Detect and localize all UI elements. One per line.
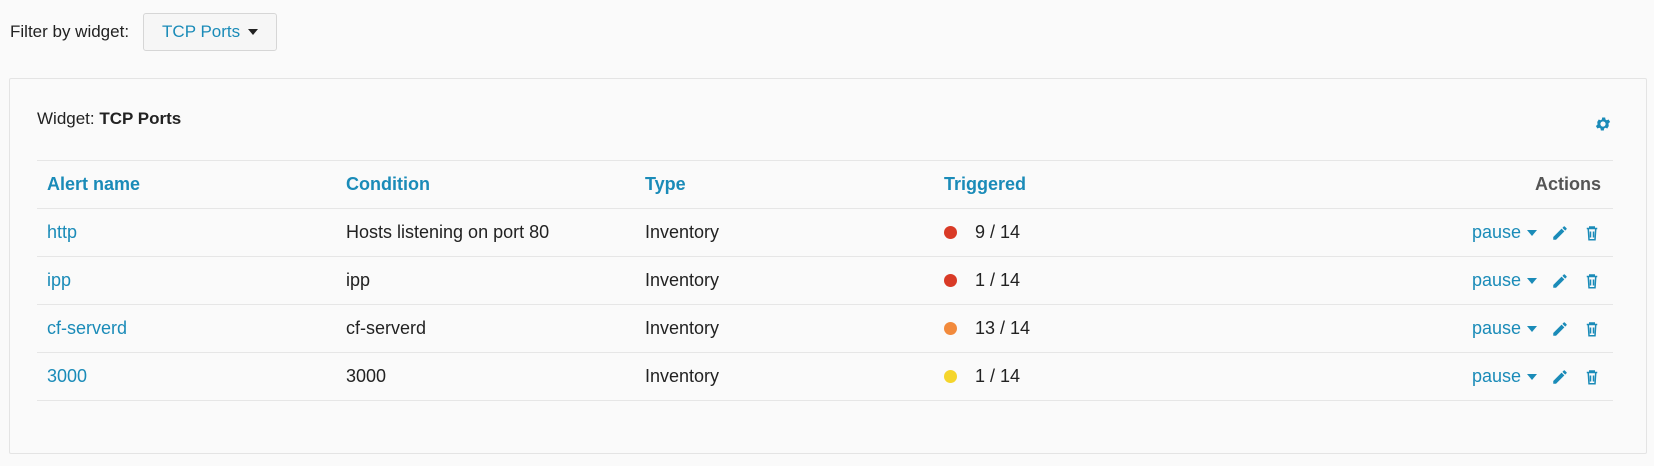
table-row: ipp ipp Inventory 1 / 14 pause <box>37 256 1613 305</box>
widget-filter-dropdown[interactable]: TCP Ports <box>143 13 278 51</box>
pause-dropdown[interactable]: pause <box>1472 222 1537 243</box>
pause-label: pause <box>1471 318 1521 338</box>
alert-condition: Hosts listening on port 80 <box>336 208 635 257</box>
widget-title-prefix: Widget: <box>37 109 95 128</box>
severity-dot <box>944 322 957 335</box>
chevron-down-icon <box>1527 325 1537 332</box>
pause-dropdown[interactable]: pause <box>1472 366 1537 387</box>
pause-label: pause <box>1471 366 1521 386</box>
alert-condition: cf-serverd <box>336 304 635 353</box>
table-row: http Hosts listening on port 80 Inventor… <box>37 208 1613 257</box>
pencil-icon[interactable] <box>1551 320 1569 338</box>
pencil-icon[interactable] <box>1551 224 1569 242</box>
chevron-down-icon <box>1527 373 1537 380</box>
triggered-cell: 13 / 14 <box>944 318 1234 339</box>
triggered-cell: 1 / 14 <box>944 270 1234 291</box>
trash-icon[interactable] <box>1583 368 1601 386</box>
triggered-cell: 1 / 14 <box>944 366 1234 387</box>
pause-label: pause <box>1471 270 1521 290</box>
trash-icon[interactable] <box>1583 272 1601 290</box>
severity-dot <box>944 226 957 239</box>
alert-name-link[interactable]: cf-serverd <box>47 318 127 338</box>
alert-condition: 3000 <box>336 352 635 401</box>
alert-condition: ipp <box>336 256 635 305</box>
pencil-icon[interactable] <box>1551 272 1569 290</box>
column-header-triggered[interactable]: Triggered <box>934 160 1244 209</box>
widget-filter-value: TCP Ports <box>162 22 241 41</box>
widget-alerts-panel: Widget: TCP Ports Alert name Condition T… <box>9 78 1647 454</box>
pause-dropdown[interactable]: pause <box>1472 318 1537 339</box>
column-header-condition[interactable]: Condition <box>336 160 635 209</box>
pencil-icon[interactable] <box>1551 368 1569 386</box>
chevron-down-icon <box>1527 277 1537 284</box>
filter-bar: Filter by widget: TCP Ports <box>10 13 278 51</box>
row-actions: pause <box>1254 270 1603 291</box>
pause-dropdown[interactable]: pause <box>1472 270 1537 291</box>
widget-title-name: TCP Ports <box>99 109 182 128</box>
pause-label: pause <box>1471 222 1521 242</box>
triggered-cell: 9 / 14 <box>944 222 1234 243</box>
row-actions: pause <box>1254 318 1603 339</box>
alert-name-link[interactable]: http <box>47 222 77 242</box>
triggered-count: 1 / 14 <box>975 270 1021 290</box>
trash-icon[interactable] <box>1583 320 1601 338</box>
row-actions: pause <box>1254 222 1603 243</box>
filter-label: Filter by widget: <box>10 22 130 41</box>
widget-title: Widget: TCP Ports <box>37 109 181 129</box>
triggered-count: 13 / 14 <box>975 318 1031 338</box>
alert-type: Inventory <box>635 352 934 401</box>
chevron-down-icon <box>248 29 259 35</box>
table-row: cf-serverd cf-serverd Inventory 13 / 14 … <box>37 304 1613 353</box>
column-header-alert-name[interactable]: Alert name <box>37 160 336 209</box>
alert-name-link[interactable]: ipp <box>47 270 71 290</box>
alert-name-link[interactable]: 3000 <box>47 366 87 386</box>
gear-icon[interactable] <box>1594 115 1612 133</box>
chevron-down-icon <box>1527 229 1537 236</box>
severity-dot <box>944 274 957 287</box>
alert-type: Inventory <box>635 208 934 257</box>
row-actions: pause <box>1254 366 1603 387</box>
alerts-table: Alert name Condition Type Triggered Acti… <box>37 160 1613 401</box>
triggered-count: 1 / 14 <box>975 366 1021 386</box>
triggered-count: 9 / 14 <box>975 222 1021 242</box>
trash-icon[interactable] <box>1583 224 1601 242</box>
alert-type: Inventory <box>635 256 934 305</box>
alert-type: Inventory <box>635 304 934 353</box>
table-row: 3000 3000 Inventory 1 / 14 pause <box>37 352 1613 401</box>
column-header-actions: Actions <box>1244 160 1613 209</box>
table-header-row: Alert name Condition Type Triggered Acti… <box>37 160 1613 209</box>
column-header-type[interactable]: Type <box>635 160 934 209</box>
severity-dot <box>944 370 957 383</box>
